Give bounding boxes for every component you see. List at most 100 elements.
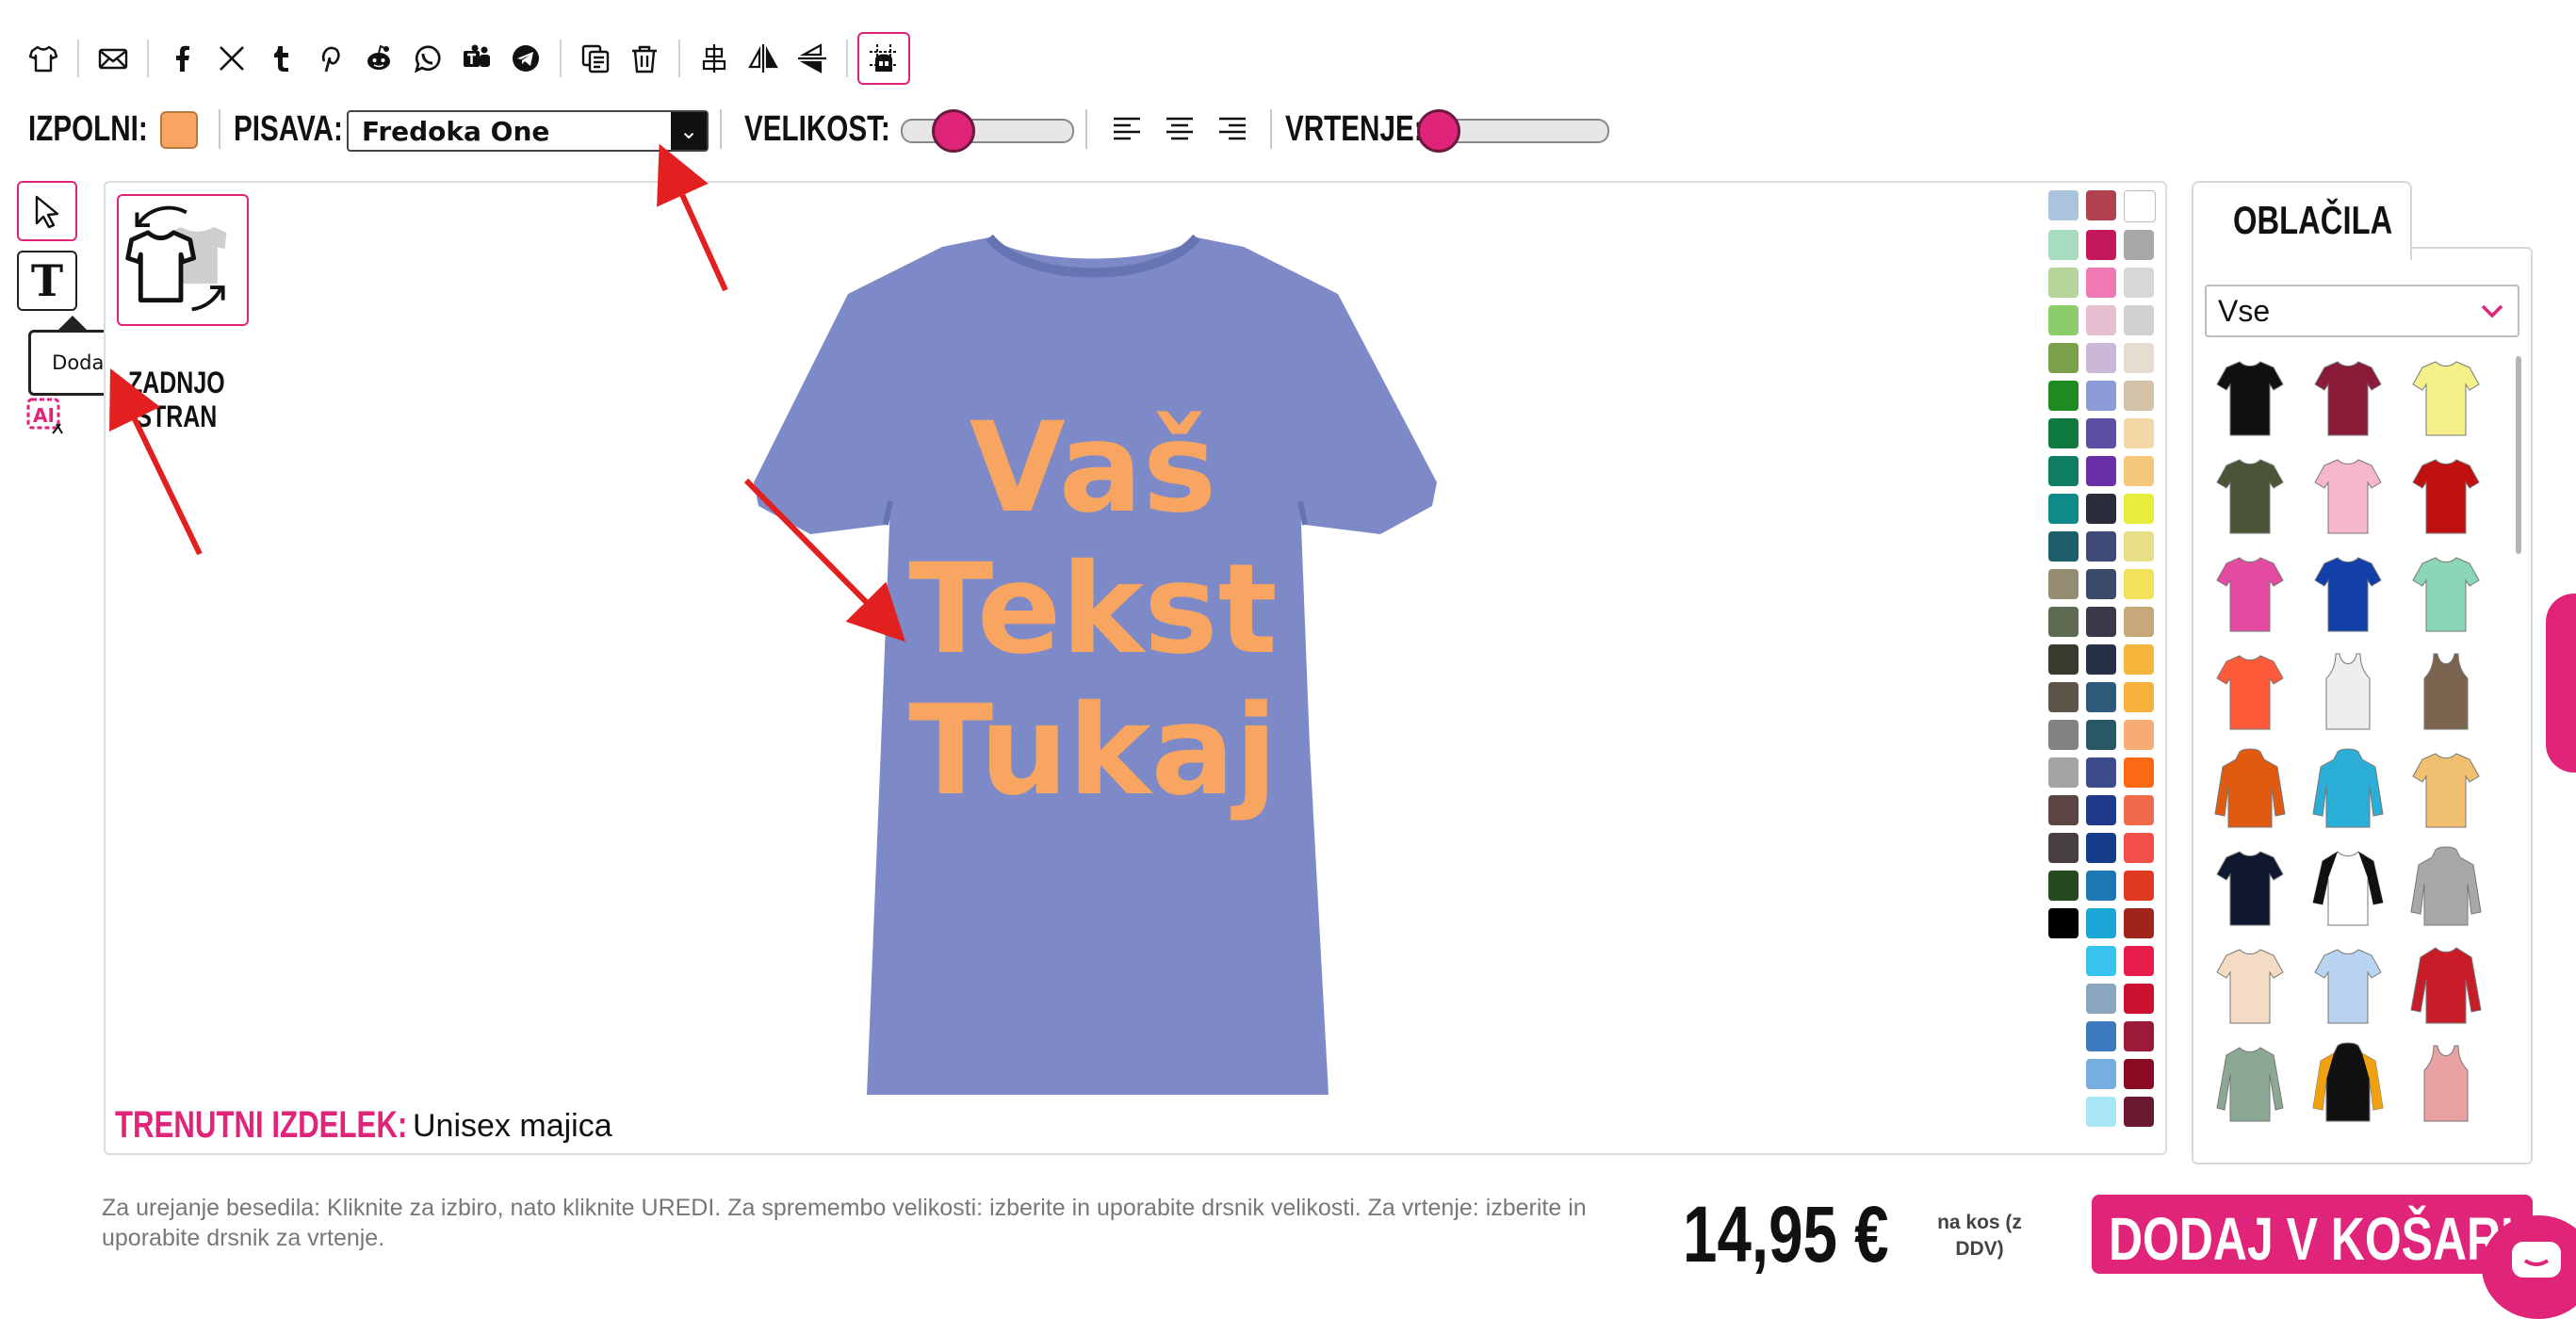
color-swatch[interactable] — [2086, 418, 2116, 448]
add-text-button[interactable]: T — [17, 251, 77, 311]
add-to-cart-button[interactable]: DODAJ V KOŠARICO — [2092, 1195, 2533, 1274]
color-swatch[interactable] — [2124, 946, 2154, 976]
color-swatch[interactable] — [2048, 268, 2079, 298]
color-swatch[interactable] — [2048, 569, 2079, 599]
align-center-icon[interactable] — [690, 34, 739, 83]
color-swatch[interactable] — [2048, 494, 2079, 524]
mail-icon[interactable] — [89, 34, 138, 83]
size-slider-knob[interactable] — [931, 109, 975, 153]
color-swatch[interactable] — [2124, 456, 2154, 486]
teams-icon[interactable] — [452, 34, 501, 83]
fill-color-swatch[interactable] — [160, 111, 198, 149]
clothing-item-hoodie-grey[interactable] — [2399, 846, 2493, 931]
align-left-icon[interactable] — [1112, 115, 1142, 143]
clothing-item-tshirt-olive[interactable] — [2203, 454, 2297, 539]
color-swatch[interactable] — [2048, 795, 2079, 825]
color-swatch[interactable] — [2124, 1097, 2154, 1127]
color-swatch[interactable] — [2086, 607, 2116, 637]
color-swatch[interactable] — [2124, 531, 2154, 562]
color-swatch[interactable] — [2124, 644, 2154, 675]
color-swatch[interactable] — [2124, 682, 2154, 712]
clothing-item-tshirt-red[interactable] — [2399, 454, 2493, 539]
clothing-item-tshirt-tiedye[interactable] — [2399, 748, 2493, 833]
color-swatch[interactable] — [2086, 984, 2116, 1014]
clothing-item-tshirt-coral[interactable] — [2203, 650, 2297, 735]
color-swatch[interactable] — [2124, 757, 2154, 788]
clothing-item-tshirt-royal[interactable] — [2301, 552, 2395, 637]
clothing-item-hoodie-turquoise[interactable] — [2301, 748, 2395, 833]
color-swatch[interactable] — [2124, 418, 2154, 448]
color-swatch[interactable] — [2086, 946, 2116, 976]
color-swatch[interactable] — [2124, 607, 2154, 637]
pinterest-icon[interactable] — [305, 34, 354, 83]
color-swatch[interactable] — [2048, 230, 2079, 260]
clothing-item-tank-brown[interactable] — [2399, 650, 2493, 735]
color-swatch[interactable] — [2124, 381, 2154, 411]
color-swatch[interactable] — [2124, 795, 2154, 825]
clothing-item-tshirt-mint[interactable] — [2399, 552, 2493, 637]
clothing-item-tank-white[interactable] — [2301, 650, 2395, 735]
color-swatch[interactable] — [2048, 682, 2079, 712]
flip-vertical-icon[interactable] — [788, 34, 837, 83]
color-swatch[interactable] — [2124, 1059, 2154, 1089]
color-swatch[interactable] — [2124, 268, 2154, 298]
x-icon[interactable] — [207, 34, 256, 83]
rotate-slider[interactable] — [1417, 109, 1609, 153]
size-slider[interactable] — [901, 109, 1074, 153]
color-swatch[interactable] — [2124, 230, 2154, 260]
swap-side-button[interactable] — [117, 194, 249, 326]
align-center-text-icon[interactable] — [1165, 115, 1195, 143]
color-swatch[interactable] — [2124, 908, 2154, 938]
color-swatch[interactable] — [2086, 1097, 2116, 1127]
clothing-item-tshirt-navy[interactable] — [2203, 846, 2297, 931]
color-swatch[interactable] — [2086, 833, 2116, 863]
color-swatch[interactable] — [2086, 720, 2116, 750]
clothing-item-tshirt-yellow[interactable] — [2399, 356, 2493, 441]
color-swatch[interactable] — [2124, 984, 2154, 1014]
clothing-item-tshirt-pink[interactable] — [2301, 454, 2395, 539]
clothing-item-hoodie-orange[interactable] — [2203, 748, 2297, 833]
color-swatch[interactable] — [2086, 343, 2116, 373]
color-swatch[interactable] — [2124, 833, 2154, 863]
color-swatch[interactable] — [2124, 871, 2154, 901]
trash-icon[interactable] — [620, 34, 669, 83]
align-right-icon[interactable] — [1217, 115, 1247, 143]
color-swatch[interactable] — [2086, 682, 2116, 712]
duplicate-icon[interactable] — [571, 34, 620, 83]
shirt-preview[interactable]: Vaš Tekst Tukaj — [716, 219, 1470, 1114]
clothing-item-longsleeve-sage[interactable] — [2203, 1042, 2297, 1127]
color-swatch[interactable] — [2086, 190, 2116, 220]
color-swatch[interactable] — [2086, 268, 2116, 298]
color-swatch[interactable] — [2086, 795, 2116, 825]
tumblr-icon[interactable] — [256, 34, 305, 83]
color-swatch[interactable] — [2124, 1021, 2154, 1051]
grid-toggle-icon[interactable] — [857, 32, 910, 85]
facebook-icon[interactable] — [158, 34, 207, 83]
color-swatch[interactable] — [2086, 531, 2116, 562]
color-swatch[interactable] — [2086, 381, 2116, 411]
whatsapp-icon[interactable] — [403, 34, 452, 83]
color-swatch[interactable] — [2086, 908, 2116, 938]
color-swatch[interactable] — [2124, 720, 2154, 750]
color-swatch[interactable] — [2048, 644, 2079, 675]
clothing-item-tshirt-maroon[interactable] — [2301, 356, 2395, 441]
clothing-item-hoodie-black-orange[interactable] — [2301, 1042, 2395, 1127]
color-swatch[interactable] — [2048, 833, 2079, 863]
ai-icon[interactable]: AI — [24, 396, 66, 437]
color-swatch[interactable] — [2086, 1059, 2116, 1089]
color-swatch[interactable] — [2086, 644, 2116, 675]
flip-horizontal-icon[interactable] — [739, 34, 788, 83]
color-swatch[interactable] — [2048, 757, 2079, 788]
color-swatch[interactable] — [2048, 607, 2079, 637]
color-swatch[interactable] — [2048, 720, 2079, 750]
clothing-item-raglan-black-white[interactable] — [2301, 846, 2395, 931]
select-tool-button[interactable] — [17, 181, 77, 241]
color-swatch[interactable] — [2124, 343, 2154, 373]
color-swatch[interactable] — [2086, 1021, 2116, 1051]
clothing-item-tank-salmon[interactable] — [2399, 1042, 2493, 1127]
clothing-item-jacket-red[interactable] — [2399, 944, 2493, 1029]
color-swatch[interactable] — [2086, 569, 2116, 599]
color-swatch[interactable] — [2048, 305, 2079, 335]
color-swatch[interactable] — [2048, 418, 2079, 448]
rotate-slider-knob[interactable] — [1417, 109, 1460, 153]
